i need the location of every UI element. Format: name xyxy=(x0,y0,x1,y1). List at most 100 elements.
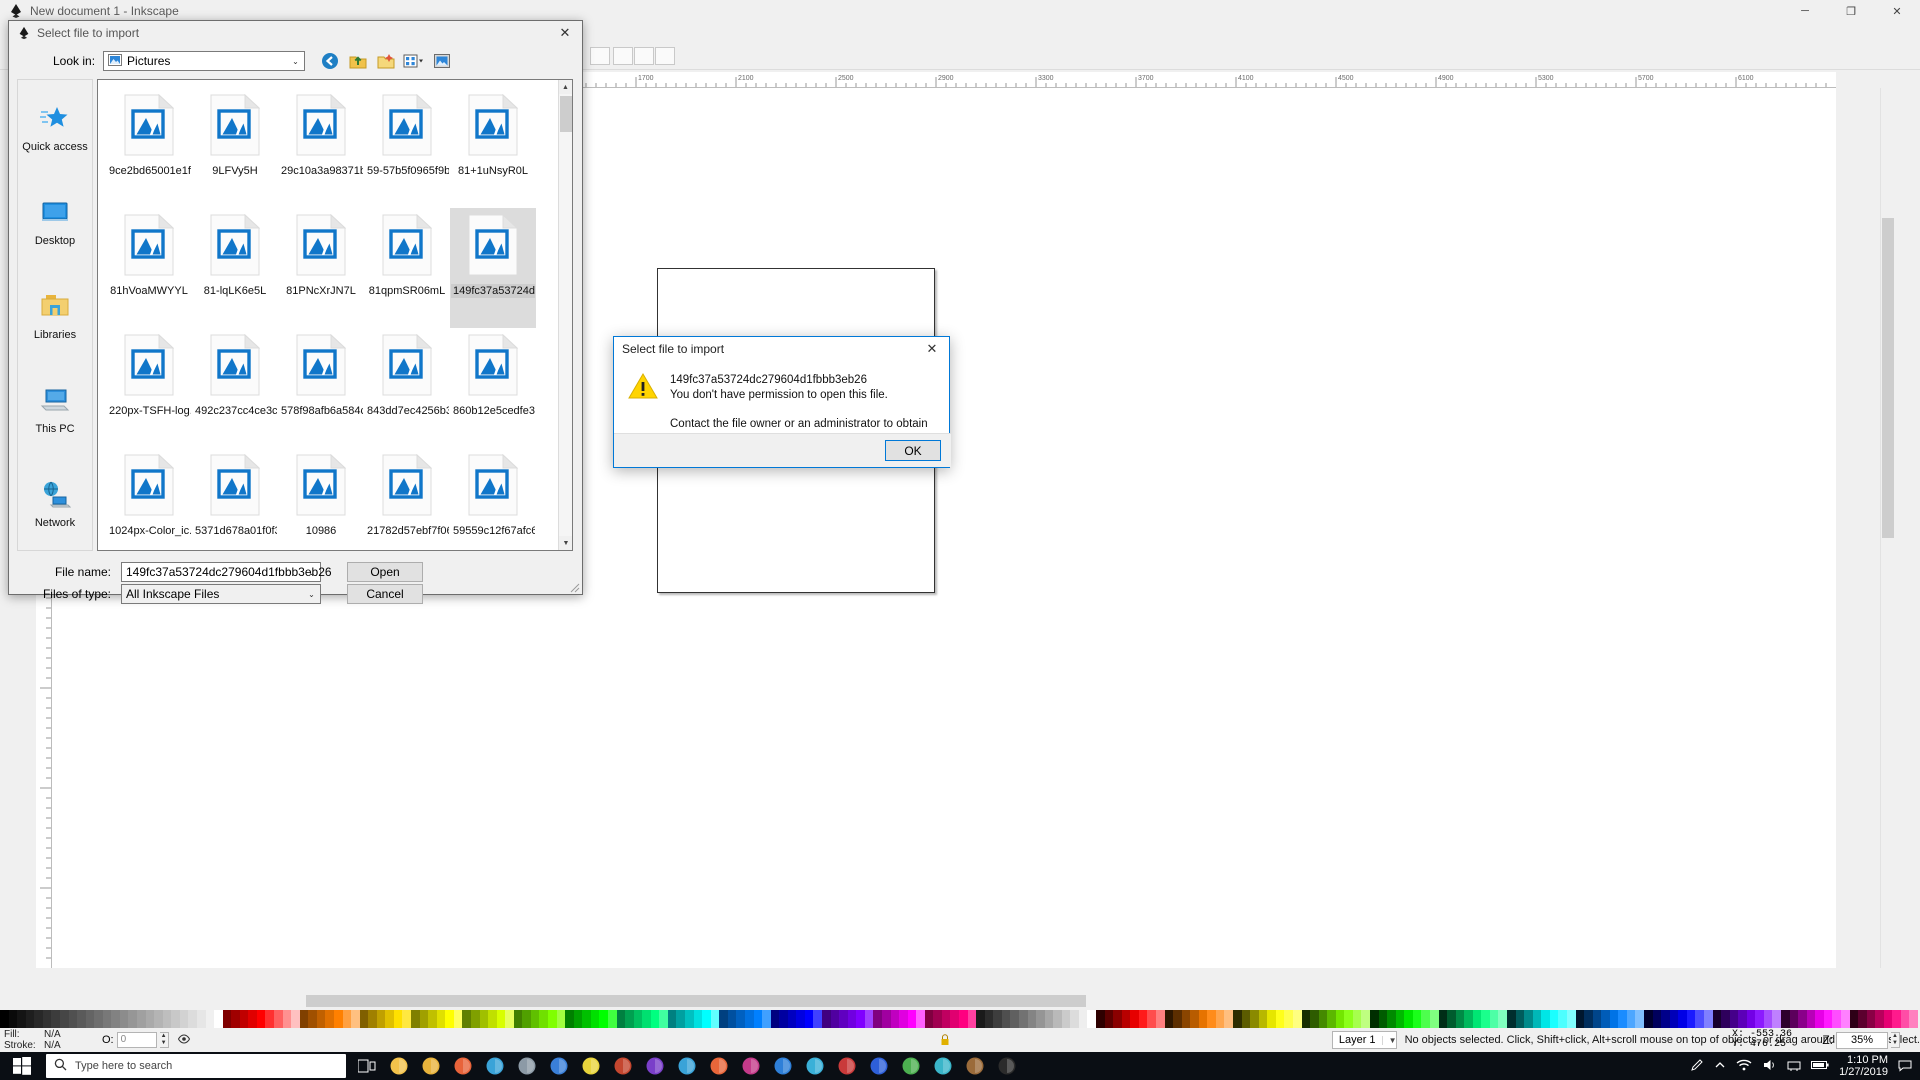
close-button[interactable]: ✕ xyxy=(1874,0,1920,22)
opera-icon[interactable] xyxy=(608,1052,638,1080)
palette-swatch[interactable] xyxy=(1763,1010,1773,1028)
palette-swatch[interactable] xyxy=(119,1010,129,1028)
file-item[interactable]: 81-lqLK6e5L xyxy=(192,208,278,328)
palette-swatch[interactable] xyxy=(693,1010,703,1028)
palette-swatch[interactable] xyxy=(1661,1010,1670,1028)
palette-swatch[interactable] xyxy=(1892,1010,1901,1028)
palette-swatch[interactable] xyxy=(950,1010,959,1028)
palette-swatch[interactable] xyxy=(1404,1010,1413,1028)
open-button[interactable]: Open xyxy=(347,562,423,582)
palette-swatch[interactable] xyxy=(556,1010,566,1028)
palette-swatch[interactable] xyxy=(1250,1010,1259,1028)
palette-swatch[interactable] xyxy=(402,1010,411,1028)
palette-swatch[interactable] xyxy=(548,1010,557,1028)
palette-swatch[interactable] xyxy=(488,1010,497,1028)
palette-swatch[interactable] xyxy=(1267,1010,1276,1028)
canvas-horizontal-scrollbar[interactable] xyxy=(36,994,1826,1008)
palette-swatch[interactable] xyxy=(907,1010,917,1028)
palette-swatch[interactable] xyxy=(1858,1010,1867,1028)
file-item[interactable]: 578f98afb6a584c... xyxy=(278,328,364,448)
palette-swatch[interactable] xyxy=(1575,1010,1585,1028)
music-icon[interactable] xyxy=(736,1052,766,1080)
palette-swatch[interactable] xyxy=(1703,1010,1713,1028)
palette-swatch[interactable] xyxy=(1635,1010,1644,1028)
store-icon[interactable] xyxy=(480,1052,510,1080)
palette-swatch[interactable] xyxy=(1061,1010,1071,1028)
file-item[interactable]: 81qpmSR06mL xyxy=(364,208,450,328)
palette-swatch[interactable] xyxy=(1233,1010,1242,1028)
palette-swatch[interactable] xyxy=(565,1010,574,1028)
palette-swatch[interactable] xyxy=(42,1010,52,1028)
file-item[interactable]: 59559c12f67afc6... xyxy=(450,448,536,550)
palette-swatch[interactable] xyxy=(1335,1010,1345,1028)
palette-swatch[interactable] xyxy=(1078,1010,1088,1028)
palette-swatch[interactable] xyxy=(582,1010,591,1028)
palette-swatch[interactable] xyxy=(1712,1010,1722,1028)
palette-swatch[interactable] xyxy=(719,1010,728,1028)
place-quick-access[interactable]: Quick access xyxy=(18,80,92,174)
cancel-button[interactable]: Cancel xyxy=(347,584,423,604)
palette-swatch[interactable] xyxy=(847,1010,857,1028)
palette-swatch[interactable] xyxy=(1147,1010,1156,1028)
palette-swatch[interactable] xyxy=(1515,1010,1525,1028)
palette-swatch[interactable] xyxy=(1695,1010,1704,1028)
zoom-input[interactable]: 35% xyxy=(1836,1031,1888,1049)
file-item[interactable]: 149fc37a53724dc... xyxy=(450,208,536,328)
palette-swatch[interactable] xyxy=(813,1010,822,1028)
palette-swatch[interactable] xyxy=(1584,1010,1593,1028)
palette-swatch[interactable] xyxy=(436,1010,446,1028)
firefox-icon[interactable] xyxy=(448,1052,478,1080)
file-list-scrollbar[interactable]: ▲ ▼ xyxy=(558,80,572,550)
palette-swatch[interactable] xyxy=(1498,1010,1507,1028)
palette-swatch[interactable] xyxy=(299,1010,309,1028)
palette-swatch[interactable] xyxy=(736,1010,745,1028)
palette-swatch[interactable] xyxy=(1207,1010,1216,1028)
palette-swatch[interactable] xyxy=(196,1010,206,1028)
palette-swatch[interactable] xyxy=(1909,1010,1918,1028)
palette-swatch[interactable] xyxy=(1224,1010,1233,1028)
file-item[interactable]: 9ce2bd65001e1f... xyxy=(106,88,192,208)
palette-swatch[interactable] xyxy=(291,1010,300,1028)
palette-swatch[interactable] xyxy=(368,1010,377,1028)
snap-button-2[interactable] xyxy=(613,47,633,65)
palette-swatch[interactable] xyxy=(616,1010,626,1028)
maximize-button[interactable]: ❐ xyxy=(1828,0,1874,22)
resize-grip[interactable] xyxy=(570,582,580,593)
places-bar[interactable]: Quick access Desktop Libraries This PC N… xyxy=(17,79,93,551)
place-network[interactable]: Network xyxy=(18,456,92,550)
file-item[interactable]: 860b12e5cedfe38... xyxy=(450,328,536,448)
palette-swatch[interactable] xyxy=(205,1010,215,1028)
palette-swatch[interactable] xyxy=(1096,1010,1105,1028)
palette-swatch[interactable] xyxy=(342,1010,352,1028)
notification-icon[interactable] xyxy=(1898,1058,1912,1075)
scroll-down-button[interactable]: ▼ xyxy=(559,536,572,550)
palette-swatch[interactable] xyxy=(128,1010,137,1028)
snap-button-3[interactable] xyxy=(634,47,654,65)
file-item[interactable]: 5371d678a01f0f3... xyxy=(192,448,278,550)
palette-swatch[interactable] xyxy=(933,1010,942,1028)
palette-swatch[interactable] xyxy=(1883,1010,1893,1028)
palette-swatch[interactable] xyxy=(1618,1010,1627,1028)
palette-swatch[interactable] xyxy=(137,1010,146,1028)
palette-swatch[interactable] xyxy=(470,1010,480,1028)
volume-icon[interactable] xyxy=(1762,1058,1777,1075)
zoom-control[interactable]: Z: 35% ▲ ▼ xyxy=(1822,1028,1900,1052)
palette-swatch[interactable] xyxy=(85,1010,95,1028)
palette-swatch[interactable] xyxy=(1755,1010,1764,1028)
palette-swatch[interactable] xyxy=(1352,1010,1362,1028)
layer-visibility-icon[interactable] xyxy=(177,1032,193,1048)
place-desktop[interactable]: Desktop xyxy=(18,174,92,268)
pen-tray-icon[interactable] xyxy=(1690,1058,1704,1075)
palette-swatch[interactable] xyxy=(642,1010,651,1028)
palette-swatch[interactable] xyxy=(1412,1010,1422,1028)
palette-swatch[interactable] xyxy=(274,1010,283,1028)
palette-swatch[interactable] xyxy=(1652,1010,1662,1028)
palette-swatch[interactable] xyxy=(1130,1010,1139,1028)
palette-swatch[interactable] xyxy=(1789,1010,1799,1028)
chevron-down-icon[interactable]: ▼ xyxy=(1381,1035,1396,1045)
palette-swatch[interactable] xyxy=(231,1010,240,1028)
folder-icon[interactable] xyxy=(416,1052,446,1080)
palette-swatch[interactable] xyxy=(856,1010,865,1028)
chrome-icon[interactable] xyxy=(672,1052,702,1080)
palette-swatch[interactable] xyxy=(1190,1010,1199,1028)
